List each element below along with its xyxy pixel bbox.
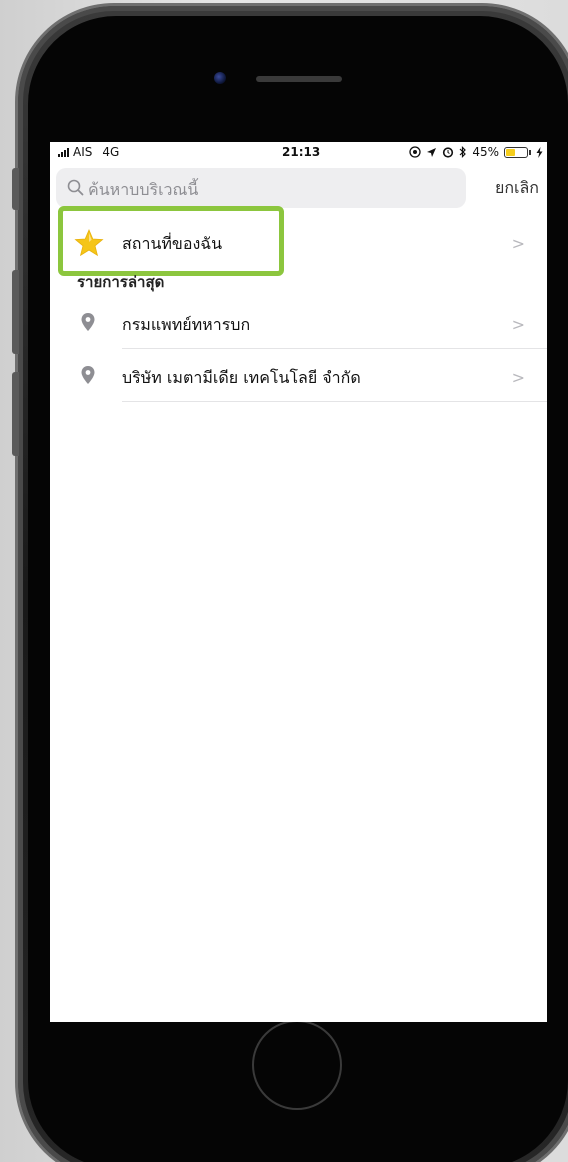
recents-header: รายการล่าสุด	[77, 273, 165, 291]
list-item[interactable]: กรมแพทย์ทหารบก >	[50, 299, 547, 349]
battery-tip	[529, 149, 531, 155]
battery-percent: 45%	[472, 145, 499, 159]
chevron-right-icon: >	[511, 315, 525, 334]
earpiece-speaker	[256, 76, 342, 82]
chevron-right-icon: >	[511, 234, 525, 253]
row-divider	[122, 348, 547, 349]
map-pin-icon	[81, 366, 95, 384]
carrier-name: AIS	[73, 145, 93, 159]
location-arrow-icon	[427, 147, 437, 157]
network-type: 4G	[102, 145, 120, 159]
search-input[interactable]	[86, 168, 460, 210]
location-lock-icon	[409, 146, 421, 158]
charging-icon	[536, 146, 543, 158]
list-item[interactable]: บริษัท เมตามีเดีย เทคโนโลยี จํากัด >	[50, 352, 547, 402]
highlight-box	[58, 206, 284, 276]
chevron-right-icon: >	[511, 368, 525, 387]
front-camera	[214, 72, 226, 84]
list-item-label: บริษัท เมตามีเดีย เทคโนโลยี จํากัด	[122, 368, 361, 387]
bluetooth-icon	[459, 146, 467, 158]
status-time: 21:13	[282, 145, 321, 159]
home-button[interactable]	[252, 1020, 342, 1110]
alarm-icon	[443, 147, 454, 158]
phone-screen: AIS 4G 21:13 45% ค้นหาบบริเวณนี้ ยกเลิก …	[50, 142, 547, 1022]
status-left: AIS 4G	[58, 145, 119, 159]
battery-level-fill	[506, 148, 515, 156]
row-divider	[122, 401, 547, 402]
status-right: 45%	[409, 145, 543, 159]
search-field-container[interactable]	[56, 168, 466, 210]
volume-down-button	[12, 372, 19, 456]
status-bar: AIS 4G 21:13 45%	[50, 142, 547, 164]
photo-background: AIS 4G 21:13 45% ค้นหาบบริเวณนี้ ยกเลิก …	[0, 0, 568, 1162]
list-item-label: กรมแพทย์ทหารบก	[122, 315, 251, 334]
search-icon	[67, 179, 84, 196]
signal-icon	[58, 147, 69, 157]
battery-icon	[504, 146, 528, 158]
volume-up-button	[12, 270, 19, 354]
map-pin-icon	[81, 313, 95, 331]
mute-switch	[12, 168, 19, 210]
cancel-button[interactable]: ยกเลิก	[495, 176, 539, 201]
